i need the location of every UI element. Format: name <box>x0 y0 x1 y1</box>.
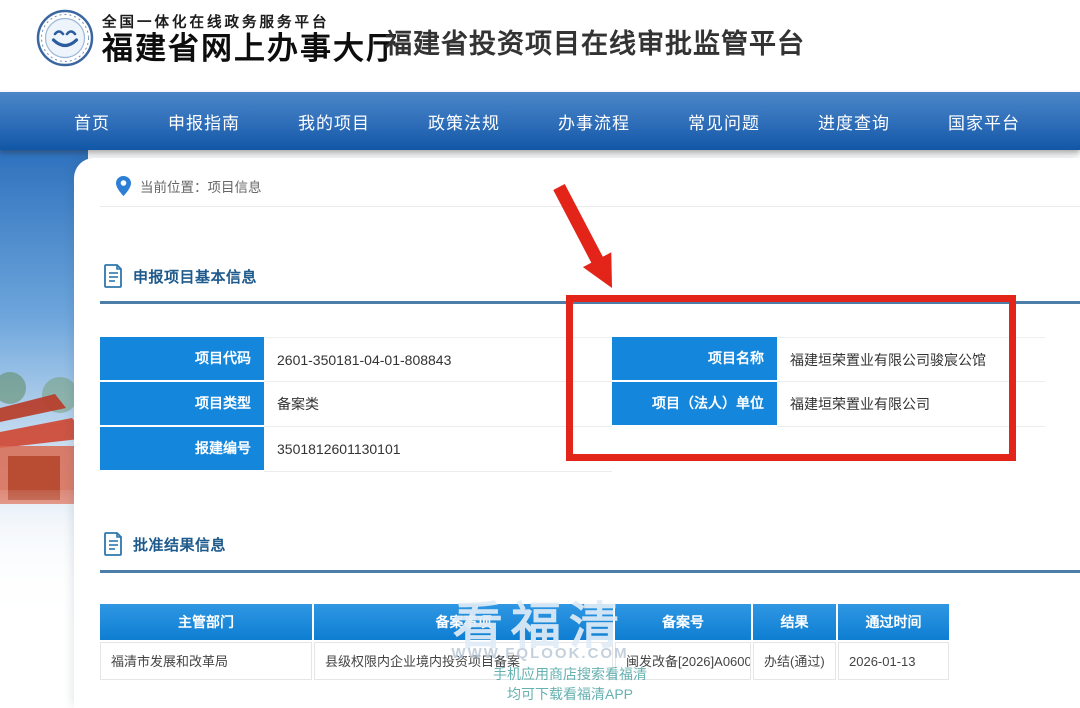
cell-filing-item: 县级权限内企业境内投资项目备案 <box>314 642 613 680</box>
field-value-legal-entity: 福建垣荣置业有限公司 <box>777 382 1045 427</box>
field-value-project-type: 备案类 <box>264 382 612 427</box>
nav-item-policies[interactable]: 政策法规 <box>428 109 500 134</box>
field-label-legal-entity: 项目（法人）单位 <box>612 382 777 427</box>
approval-result-table: 主管部门 备案事项 备案号 结果 通过时间 福清市发展和改革局 县级权限内企业境… <box>100 604 949 680</box>
field-value-project-name: 福建垣荣置业有限公司骏宸公馆 <box>777 337 1045 382</box>
field-value-construction-no: 3501812601130101 <box>264 427 612 472</box>
field-value-project-code: 2601-350181-04-01-808843 <box>264 337 612 382</box>
location-pin-icon <box>116 176 131 196</box>
breadcrumb-divider <box>100 206 1080 207</box>
gov-smiley-logo-icon[interactable] <box>36 9 94 67</box>
basic-info-table: 项目代码 2601-350181-04-01-808843 项目名称 福建垣荣置… <box>100 337 1045 472</box>
cell-department: 福清市发展和改革局 <box>100 642 312 680</box>
col-header-pass-date: 通过时间 <box>838 604 949 640</box>
breadcrumb: 当前位置：项目信息 <box>116 170 262 202</box>
approval-result-underline <box>100 570 1080 573</box>
col-header-filing-no: 备案号 <box>615 604 751 640</box>
nav-item-national-platform[interactable]: 国家平台 <box>948 109 1020 134</box>
nav-item-home[interactable]: 首页 <box>74 109 110 134</box>
approval-result-section-header: 批准结果信息 <box>104 532 226 556</box>
basic-info-underline <box>100 301 1080 304</box>
nav-item-process[interactable]: 办事流程 <box>558 109 630 134</box>
document-icon <box>104 532 122 556</box>
col-header-filing-item: 备案事项 <box>314 604 613 640</box>
basic-info-section-header: 申报项目基本信息 <box>104 264 257 288</box>
cell-pass-date: 2026-01-13 <box>838 642 949 680</box>
nav-item-my-projects[interactable]: 我的项目 <box>298 109 370 134</box>
brand-block: 全国一体化在线政务服务平台 福建省网上办事大厅 <box>102 11 399 66</box>
basic-info-section-title: 申报项目基本信息 <box>133 268 258 286</box>
nav-item-declare-guide[interactable]: 申报指南 <box>168 109 240 134</box>
brand-large-title: 福建省网上办事大厅 <box>102 31 399 66</box>
breadcrumb-label: 当前位置：项目信息 <box>140 180 262 195</box>
nav-item-faq[interactable]: 常见问题 <box>688 109 760 134</box>
empty-cell <box>777 427 1045 472</box>
result-table-data-row: 福清市发展和改革局 县级权限内企业境内投资项目备案 闽发改备[2026]A060… <box>100 642 949 680</box>
field-label-project-code: 项目代码 <box>100 337 264 382</box>
cell-result: 办结(通过) <box>753 642 836 680</box>
col-header-result: 结果 <box>753 604 836 640</box>
document-icon <box>104 264 122 288</box>
main-nav: 首页 申报指南 我的项目 政策法规 办事流程 常见问题 进度查询 国家平台 <box>0 92 1080 150</box>
nav-item-progress-query[interactable]: 进度查询 <box>818 109 890 134</box>
page: 全国一体化在线政务服务平台 福建省网上办事大厅 福建省投资项目在线审批监管平台 … <box>0 0 1080 708</box>
field-label-construction-no: 报建编号 <box>100 427 264 472</box>
field-label-project-name: 项目名称 <box>612 337 777 382</box>
brand-small-title: 全国一体化在线政务服务平台 <box>102 15 330 31</box>
col-header-department: 主管部门 <box>100 604 312 640</box>
cell-filing-no: 闽发改备[2026]A060012 <box>615 642 751 680</box>
field-label-project-type: 项目类型 <box>100 382 264 427</box>
site-header: 全国一体化在线政务服务平台 福建省网上办事大厅 福建省投资项目在线审批监管平台 <box>0 0 1080 92</box>
approval-result-section-title: 批准结果信息 <box>133 536 227 554</box>
empty-cell <box>612 427 777 472</box>
result-table-header-row: 主管部门 备案事项 备案号 结果 通过时间 <box>100 604 949 640</box>
page-title: 福建省投资项目在线审批监管平台 <box>385 29 805 59</box>
